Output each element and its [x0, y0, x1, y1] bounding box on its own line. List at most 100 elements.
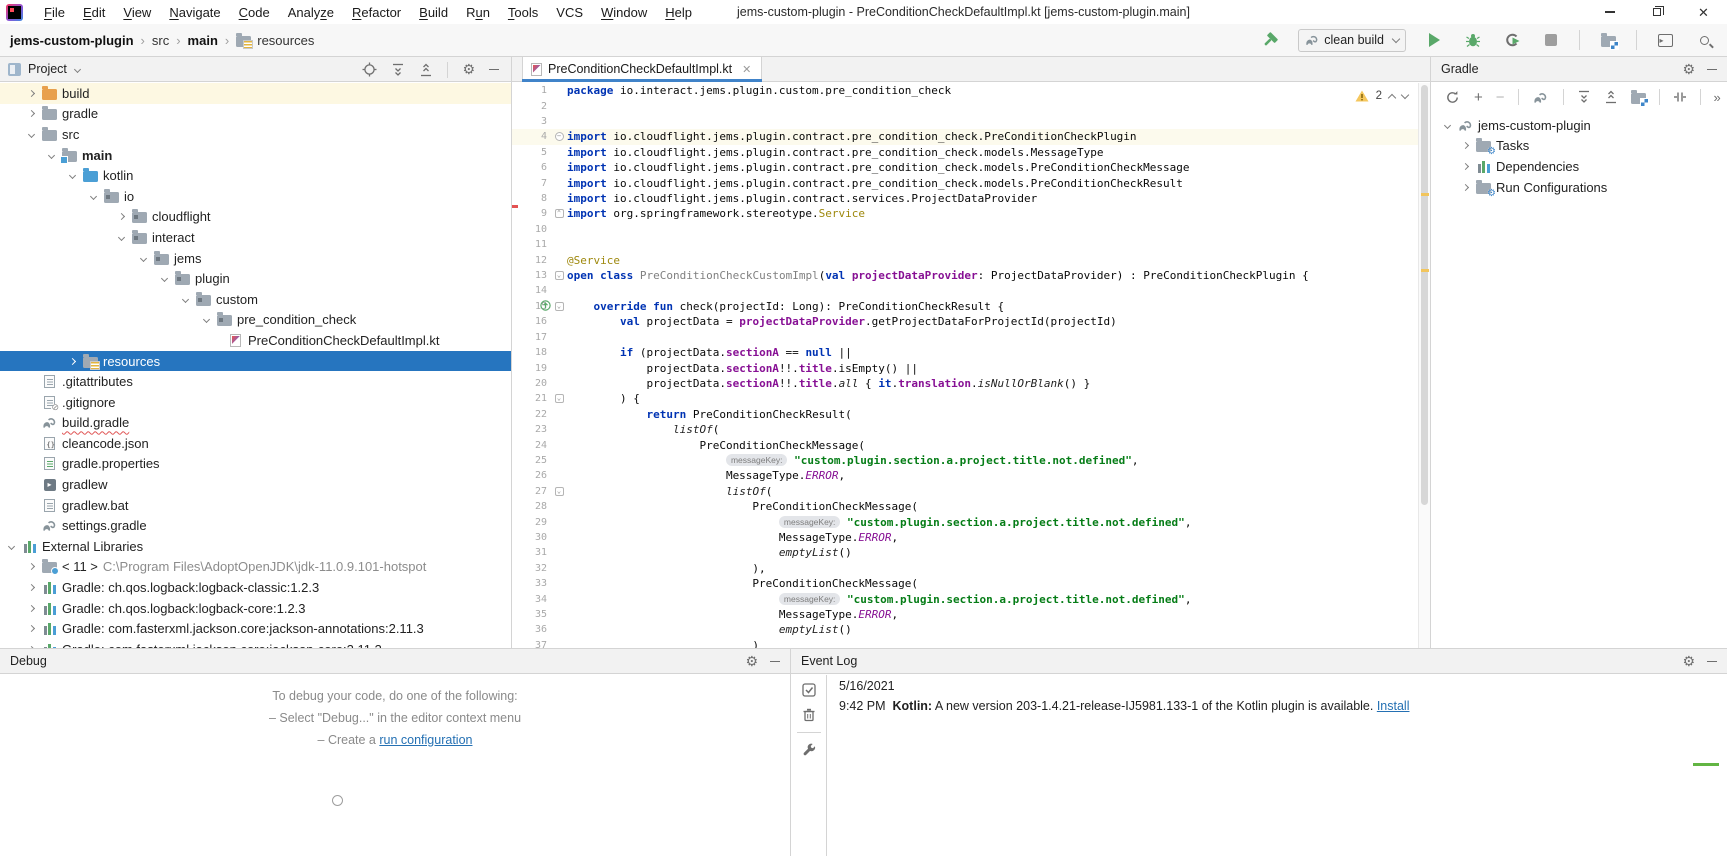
chevron-collapsed-icon[interactable] [23, 106, 39, 122]
code-line-9[interactable]: 9⌃import org.springframework.stereotype.… [512, 206, 1418, 221]
terminal-button[interactable]: ▸ [1654, 29, 1676, 51]
chevron-expanded-icon[interactable] [43, 147, 59, 163]
menu-tools[interactable]: Tools [499, 2, 547, 23]
code-line-23[interactable]: 23 listOf( [512, 422, 1418, 437]
gear-icon[interactable]: ⚙ [1682, 63, 1695, 77]
breadcrumb-project[interactable]: jems-custom-plugin [10, 33, 134, 48]
project-item-gradle-properties[interactable]: gradle.properties [0, 454, 511, 475]
code-editor[interactable]: 1package io.interact.jems.plugin.custom.… [512, 83, 1418, 648]
project-item-pre-condition-check[interactable]: pre_condition_check [0, 310, 511, 331]
gradle-item-dependencies[interactable]: Dependencies [1431, 156, 1727, 177]
code-line-29[interactable]: 29 messageKey: "custom.plugin.section.a.… [512, 514, 1418, 529]
code-line-11[interactable]: 11 [512, 237, 1418, 252]
code-line-15[interactable]: 15⌄ override fun check(projectId: Long):… [512, 299, 1418, 314]
breadcrumb-src[interactable]: src [152, 33, 169, 48]
code-line-35[interactable]: 35 MessageType.ERROR, [512, 607, 1418, 622]
fold-marker-icon[interactable]: ⌄ [552, 394, 566, 403]
code-line-24[interactable]: 24 PreConditionCheckMessage( [512, 437, 1418, 452]
chevron-expanded-icon[interactable] [156, 271, 172, 287]
hide-panel-icon[interactable] [489, 69, 499, 71]
hide-panel-icon[interactable] [1707, 661, 1717, 663]
project-item-custom[interactable]: custom [0, 289, 511, 310]
code-line-25[interactable]: 25 messageKey: "custom.plugin.section.a.… [512, 453, 1418, 468]
code-line-34[interactable]: 34 messageKey: "custom.plugin.section.a.… [512, 591, 1418, 606]
code-line-31[interactable]: 31 emptyList() [512, 545, 1418, 560]
run-configuration-dropdown[interactable]: clean build [1298, 29, 1406, 52]
warning-stripe-mark[interactable] [1421, 269, 1429, 272]
chevron-collapsed-icon[interactable] [23, 641, 39, 648]
event-log-title[interactable]: Event Log [801, 654, 857, 668]
project-item-gradle-com-fasterxml-jackson-core-jackson-annotations-2-11-3[interactable]: Gradle: com.fasterxml.jackson.core:jacks… [0, 618, 511, 639]
warning-stripe-mark[interactable] [1421, 193, 1429, 196]
project-item-gradlew-bat[interactable]: gradlew.bat [0, 495, 511, 516]
project-item-src[interactable]: src [0, 124, 511, 145]
menu-window[interactable]: Window [592, 2, 656, 23]
chevron-collapsed-icon[interactable] [23, 580, 39, 596]
close-button[interactable]: ✕ [1680, 0, 1727, 24]
project-item-plugin[interactable]: plugin [0, 268, 511, 289]
breadcrumb-resources[interactable]: resources [257, 33, 314, 48]
minimize-button[interactable] [1586, 0, 1633, 24]
debug-button[interactable] [1462, 29, 1484, 51]
project-item-cleancode-json[interactable]: cleancode.json [0, 433, 511, 454]
code-line-37[interactable]: 37 ) [512, 638, 1418, 648]
code-line-36[interactable]: 36 emptyList() [512, 622, 1418, 637]
project-item-gitignore[interactable]: .gitignore [0, 392, 511, 413]
chevron-expanded-icon[interactable] [177, 291, 193, 307]
project-item-gradlew[interactable]: ▸gradlew [0, 474, 511, 495]
project-item-kotlin[interactable]: kotlin [0, 165, 511, 186]
fold-marker-icon[interactable]: ⌄ [552, 302, 566, 311]
project-item-11[interactable]: < 11 >C:\Program Files\AdoptOpenJDK\jdk-… [0, 557, 511, 578]
code-line-18[interactable]: 18 if (projectData.sectionA == null || [512, 345, 1418, 360]
code-line-16[interactable]: 16 val projectData = projectDataProvider… [512, 314, 1418, 329]
editor-scrollbar[interactable] [1418, 83, 1430, 648]
project-item-gitattributes[interactable]: .gitattributes [0, 371, 511, 392]
gear-icon[interactable]: ⚙ [462, 63, 475, 77]
menu-refactor[interactable]: Refactor [343, 2, 410, 23]
chevron-collapsed-icon[interactable] [23, 621, 39, 637]
menu-help[interactable]: Help [656, 2, 701, 23]
run-with-coverage-button[interactable] [1501, 29, 1523, 51]
code-line-28[interactable]: 28 PreConditionCheckMessage( [512, 499, 1418, 514]
project-item-gradle-ch-qos-logback-logback-core-1-2-3[interactable]: Gradle: ch.qos.logback:logback-core:1.2.… [0, 598, 511, 619]
menu-view[interactable]: View [114, 2, 160, 23]
project-item-gradle[interactable]: gradle [0, 104, 511, 125]
project-view-dropdown-icon[interactable] [74, 65, 81, 72]
code-line-7[interactable]: 7import io.cloudflight.jems.plugin.contr… [512, 175, 1418, 190]
code-line-12[interactable]: 12@Service [512, 252, 1418, 267]
menu-edit[interactable]: Edit [74, 2, 114, 23]
project-item-main[interactable]: main [0, 145, 511, 166]
tab-close-icon[interactable]: ✕ [742, 63, 751, 76]
project-item-interact[interactable]: interact [0, 227, 511, 248]
toggle-offline-icon[interactable] [1673, 90, 1687, 104]
menu-code[interactable]: Code [230, 2, 279, 23]
fold-marker-icon[interactable]: ⌃ [552, 209, 566, 218]
chevron-expanded-icon[interactable] [135, 250, 151, 266]
project-panel-title[interactable]: Project [28, 62, 67, 76]
gradle-item-jems-custom-plugin[interactable]: jems-custom-plugin [1431, 115, 1727, 136]
gear-icon[interactable]: ⚙ [1682, 655, 1695, 669]
code-line-14[interactable]: 14 [512, 283, 1418, 298]
trash-icon[interactable] [802, 707, 816, 722]
code-line-17[interactable]: 17 [512, 330, 1418, 345]
refresh-icon[interactable] [1443, 88, 1461, 106]
menu-file[interactable]: File [35, 2, 74, 23]
code-line-3[interactable]: 3 [512, 114, 1418, 129]
build-hammer-icon[interactable] [1259, 29, 1281, 51]
project-item-preconditioncheckdefaultimpl-kt[interactable]: PreConditionCheckDefaultImpl.kt [0, 330, 511, 351]
fold-marker-icon[interactable]: ⌄ [552, 487, 566, 496]
locate-icon[interactable] [362, 62, 377, 77]
gradle-elephant-icon[interactable] [1532, 88, 1550, 106]
chevron-expanded-icon[interactable] [85, 188, 101, 204]
code-line-5[interactable]: 5import io.cloudflight.jems.plugin.contr… [512, 145, 1418, 160]
add-icon[interactable]: + [1474, 90, 1483, 105]
code-line-30[interactable]: 30 MessageType.ERROR, [512, 530, 1418, 545]
chevron-expanded-icon[interactable] [198, 312, 214, 328]
code-line-20[interactable]: 20 projectData.sectionA!!.title.all { it… [512, 376, 1418, 391]
code-line-21[interactable]: 21⌄ ) { [512, 391, 1418, 406]
project-item-external-libraries[interactable]: External Libraries [0, 536, 511, 557]
mark-all-read-icon[interactable] [802, 683, 816, 697]
code-line-4[interactable]: 4−import io.cloudflight.jems.plugin.cont… [512, 129, 1418, 144]
expand-all-icon[interactable] [1577, 90, 1591, 104]
chevron-expanded-icon[interactable] [23, 126, 39, 142]
